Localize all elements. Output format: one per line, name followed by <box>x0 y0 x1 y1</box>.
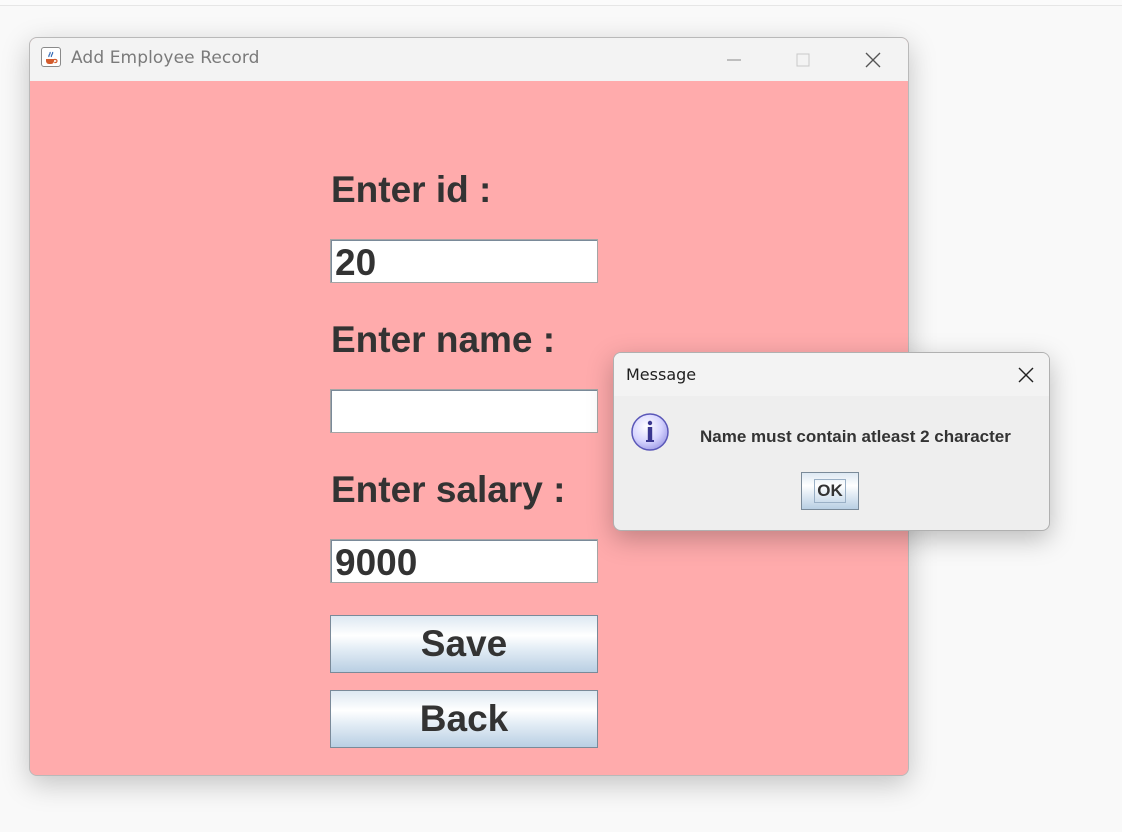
back-button[interactable]: Back <box>330 690 598 748</box>
salary-label: Enter salary : <box>331 469 566 510</box>
salary-input[interactable]: 9000 <box>330 539 598 583</box>
name-input[interactable] <box>330 389 598 433</box>
minimize-button[interactable] <box>711 38 757 81</box>
dialog-message: Name must contain atleast 2 character <box>700 427 1011 446</box>
ok-button[interactable]: OK <box>801 472 859 510</box>
save-button[interactable]: Save <box>330 615 598 673</box>
java-cup-icon <box>41 47 61 67</box>
close-icon <box>865 52 881 67</box>
id-label: Enter id : <box>331 169 492 210</box>
id-input[interactable]: 20 <box>330 239 598 283</box>
dialog-title: Message <box>626 365 697 384</box>
desktop-top-edge <box>0 0 1122 6</box>
ok-button-label: OK <box>814 479 846 503</box>
dialog-titlebar[interactable]: Message <box>614 353 1049 396</box>
message-dialog: Message Name must contain atleast 2 char… <box>613 352 1050 531</box>
window-title: Add Employee Record <box>71 48 260 68</box>
close-icon <box>1018 367 1034 382</box>
close-button[interactable] <box>850 38 896 81</box>
maximize-button[interactable] <box>780 38 826 81</box>
info-icon <box>631 413 669 451</box>
minimize-icon <box>727 59 741 60</box>
window-titlebar[interactable]: Add Employee Record <box>30 38 908 81</box>
dialog-close-button[interactable] <box>1004 353 1048 396</box>
maximize-icon <box>796 53 810 66</box>
name-label: Enter name : <box>331 319 556 360</box>
